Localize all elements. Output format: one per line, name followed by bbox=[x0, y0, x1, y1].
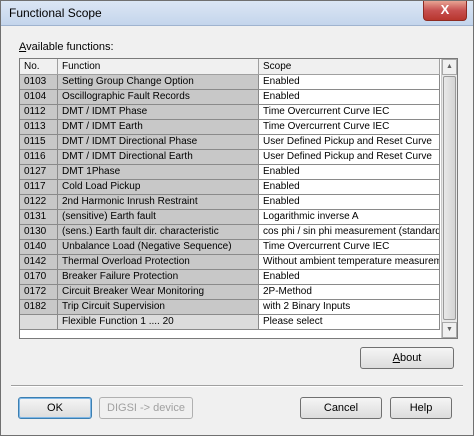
close-icon: X bbox=[440, 2, 450, 17]
cell-function: DMT / IDMT Directional Earth bbox=[58, 150, 259, 164]
cell-scope[interactable]: Without ambient temperature measurement bbox=[259, 255, 440, 269]
up-arrow-icon: ▲ bbox=[446, 63, 453, 70]
functional-scope-dialog: Functional Scope X Available functions: … bbox=[0, 0, 474, 436]
cell-scope[interactable]: with 2 Binary Inputs bbox=[259, 300, 440, 314]
cell-function: Circuit Breaker Wear Monitoring bbox=[58, 285, 259, 299]
table-row[interactable]: 0130 (sens.) Earth fault dir. characteris… bbox=[20, 225, 440, 240]
table-header: No. Function Scope bbox=[20, 59, 440, 75]
cell-number: 0113 bbox=[20, 120, 58, 134]
cell-function: Oscillographic Fault Records bbox=[58, 90, 259, 104]
cell-number: 0182 bbox=[20, 300, 58, 314]
scroll-up-button[interactable]: ▲ bbox=[442, 59, 457, 75]
table-row[interactable]: 0182 Trip Circuit Supervision with 2 Binar… bbox=[20, 300, 440, 315]
cell-number bbox=[20, 315, 58, 329]
cell-function: DMT / IDMT Directional Phase bbox=[58, 135, 259, 149]
table-row[interactable]: 0131 (sensitive) Earth fault Logarithmic i… bbox=[20, 210, 440, 225]
table-row[interactable]: 0104 Oscillographic Fault Records Enabled bbox=[20, 90, 440, 105]
cell-number: 0142 bbox=[20, 255, 58, 269]
cell-function: Cold Load Pickup bbox=[58, 180, 259, 194]
cell-scope[interactable]: Please select bbox=[259, 315, 440, 329]
cell-function: DMT / IDMT Earth bbox=[58, 120, 259, 134]
cell-scope[interactable]: Time Overcurrent Curve IEC bbox=[259, 240, 440, 254]
cell-number: 0112 bbox=[20, 105, 58, 119]
table-row[interactable]: 0170 Breaker Failure Protection Enabled bbox=[20, 270, 440, 285]
cell-function: Thermal Overload Protection bbox=[58, 255, 259, 269]
table-row[interactable]: 0116 DMT / IDMT Directional Earth User Def… bbox=[20, 150, 440, 165]
scroll-down-button[interactable]: ▼ bbox=[442, 322, 457, 338]
ok-button[interactable]: OK bbox=[18, 397, 92, 419]
cell-number: 0116 bbox=[20, 150, 58, 164]
table-row[interactable]: 0142 Thermal Overload Protection Without a… bbox=[20, 255, 440, 270]
cell-scope[interactable]: Time Overcurrent Curve IEC bbox=[259, 120, 440, 134]
help-button[interactable]: Help bbox=[390, 397, 452, 419]
cell-number: 0104 bbox=[20, 90, 58, 104]
cell-function: 2nd Harmonic Inrush Restraint bbox=[58, 195, 259, 209]
cell-function: Breaker Failure Protection bbox=[58, 270, 259, 284]
cell-function: Setting Group Change Option bbox=[58, 75, 259, 89]
cell-scope[interactable]: cos phi / sin phi measurement (standard) bbox=[259, 225, 440, 239]
title-bar: Functional Scope X bbox=[1, 1, 473, 26]
cell-function: Flexible Function 1 .... 20 bbox=[58, 315, 259, 329]
about-button[interactable]: About bbox=[360, 347, 454, 369]
digsi-to-device-button[interactable]: DIGSI -> device bbox=[99, 397, 193, 419]
table-row[interactable]: 0112 DMT / IDMT Phase Time Overcurrent Cur… bbox=[20, 105, 440, 120]
table-row[interactable]: 0103 Setting Group Change Option Enabled bbox=[20, 75, 440, 90]
table-row[interactable]: 0117 Cold Load Pickup Enabled bbox=[20, 180, 440, 195]
column-header-no[interactable]: No. bbox=[20, 59, 58, 74]
cell-function: Unbalance Load (Negative Sequence) bbox=[58, 240, 259, 254]
cell-function: Trip Circuit Supervision bbox=[58, 300, 259, 314]
table-body: 0103 Setting Group Change Option Enabled 01… bbox=[20, 75, 440, 330]
cell-scope[interactable]: Time Overcurrent Curve IEC bbox=[259, 105, 440, 119]
available-functions-label: Available functions: bbox=[19, 41, 114, 53]
cancel-button[interactable]: Cancel bbox=[300, 397, 382, 419]
functions-table[interactable]: No. Function Scope 0103 Setting Group Cha… bbox=[19, 58, 458, 339]
cell-number: 0117 bbox=[20, 180, 58, 194]
window-title: Functional Scope bbox=[9, 6, 102, 20]
cell-scope[interactable]: Logarithmic inverse A bbox=[259, 210, 440, 224]
cell-number: 0172 bbox=[20, 285, 58, 299]
cell-function: (sens.) Earth fault dir. characteristic bbox=[58, 225, 259, 239]
scrollbar-thumb[interactable] bbox=[443, 76, 456, 320]
table-row[interactable]: 0115 DMT / IDMT Directional Phase User Def… bbox=[20, 135, 440, 150]
cell-number: 0131 bbox=[20, 210, 58, 224]
cell-scope[interactable]: User Defined Pickup and Reset Curve bbox=[259, 150, 440, 164]
table-row[interactable]: 0122 2nd Harmonic Inrush Restraint Enabled bbox=[20, 195, 440, 210]
down-arrow-icon: ▼ bbox=[446, 326, 453, 333]
table-row[interactable]: 0127 DMT 1Phase Enabled bbox=[20, 165, 440, 180]
cell-number: 0115 bbox=[20, 135, 58, 149]
column-header-scope[interactable]: Scope bbox=[259, 59, 440, 74]
cell-scope[interactable]: Enabled bbox=[259, 75, 440, 89]
cell-scope[interactable]: User Defined Pickup and Reset Curve bbox=[259, 135, 440, 149]
cell-number: 0130 bbox=[20, 225, 58, 239]
cell-scope[interactable]: 2P-Method bbox=[259, 285, 440, 299]
close-button[interactable]: X bbox=[423, 1, 467, 21]
separator bbox=[11, 385, 463, 387]
column-header-function[interactable]: Function bbox=[58, 59, 259, 74]
cell-number: 0127 bbox=[20, 165, 58, 179]
cell-function: DMT 1Phase bbox=[58, 165, 259, 179]
cell-scope[interactable]: Enabled bbox=[259, 195, 440, 209]
cell-number: 0170 bbox=[20, 270, 58, 284]
table-row[interactable]: 0113 DMT / IDMT Earth Time Overcurrent Cur… bbox=[20, 120, 440, 135]
table-row[interactable]: Flexible Function 1 .... 20 Please select bbox=[20, 315, 440, 330]
cell-number: 0122 bbox=[20, 195, 58, 209]
cell-function: DMT / IDMT Phase bbox=[58, 105, 259, 119]
cell-scope[interactable]: Enabled bbox=[259, 90, 440, 104]
cell-scope[interactable]: Enabled bbox=[259, 270, 440, 284]
table-row[interactable]: 0172 Circuit Breaker Wear Monitoring 2P-Me… bbox=[20, 285, 440, 300]
cell-scope[interactable]: Enabled bbox=[259, 180, 440, 194]
vertical-scrollbar[interactable]: ▲ ▼ bbox=[441, 59, 457, 338]
cell-function: (sensitive) Earth fault bbox=[58, 210, 259, 224]
cell-scope[interactable]: Enabled bbox=[259, 165, 440, 179]
cell-number: 0103 bbox=[20, 75, 58, 89]
table-row[interactable]: 0140 Unbalance Load (Negative Sequence) Ti… bbox=[20, 240, 440, 255]
cell-number: 0140 bbox=[20, 240, 58, 254]
